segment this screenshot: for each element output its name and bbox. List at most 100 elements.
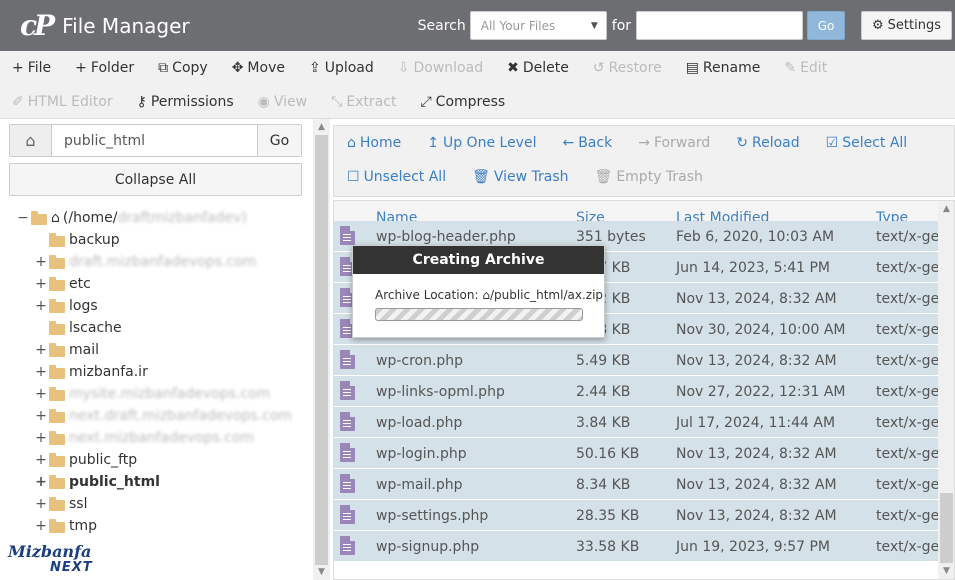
redacted-text: next.mizbanfadevops.com xyxy=(69,430,255,446)
table-row[interactable]: wp-links-opml.php 2.44 KB Nov 27, 2022, 12… xyxy=(334,376,954,407)
expand-icon[interactable]: + xyxy=(35,496,47,512)
expand-icon[interactable]: + xyxy=(35,364,47,380)
nav-home-button[interactable]: ⌂ Home xyxy=(334,126,414,160)
tree-item[interactable]: + ssl xyxy=(17,493,307,515)
cpanel-logo[interactable]: cP File Manager xyxy=(20,9,190,42)
tree-item[interactable]: + next.mizbanfadevops.com xyxy=(17,427,307,449)
expand-icon[interactable]: + xyxy=(35,342,47,358)
file-list-scroll-thumb[interactable] xyxy=(940,493,953,563)
file-name: wp-signup.php xyxy=(376,538,480,555)
view-trash-icon: 🗑 xyxy=(472,169,490,185)
nav-unselect-all-button[interactable]: ☐ Unselect All xyxy=(334,160,459,194)
file-modified: Nov 13, 2024, 8:32 AM xyxy=(676,445,837,462)
table-row[interactable]: wp-signup.php 33.58 KB Jun 19, 2023, 9:57 … xyxy=(334,531,954,562)
toolbar-edit-button[interactable]: ✎ Edit xyxy=(772,51,839,85)
file-name: wp-links-opml.php xyxy=(376,383,505,400)
search-go-button[interactable]: Go xyxy=(807,11,846,40)
settings-label: Settings xyxy=(887,18,941,33)
permissions-icon: ⚷ xyxy=(136,94,147,110)
toolbar-folder-button[interactable]: + Folder xyxy=(63,51,146,85)
tree-item[interactable]: lscache xyxy=(17,317,307,339)
expand-icon[interactable]: + xyxy=(35,298,47,314)
settings-button[interactable]: ⚙ Settings xyxy=(861,11,952,40)
tree-scroll-thumb[interactable] xyxy=(315,135,328,565)
toolbar-copy-button[interactable]: ⧉ Copy xyxy=(146,51,220,85)
tree-item[interactable]: − ⌂ (/home/draftmizbanfadev) xyxy=(17,207,307,229)
path-input[interactable]: public_html xyxy=(52,125,257,156)
collapse-icon[interactable]: − xyxy=(17,210,29,226)
file-icon xyxy=(340,412,355,431)
toolbar-view-button[interactable]: ◉ View xyxy=(246,85,319,119)
tree-item[interactable]: + draft.mizbanfadevops.com xyxy=(17,251,307,273)
scroll-down-icon[interactable]: ▼ xyxy=(938,564,954,578)
tree-item-label: mail xyxy=(69,342,99,358)
nav-up-one-level-button[interactable]: ↥ Up One Level xyxy=(414,126,549,160)
tree-item[interactable]: + tmp xyxy=(17,515,307,537)
expand-icon[interactable]: + xyxy=(35,474,47,490)
collapse-all-button[interactable]: Collapse All xyxy=(9,163,302,196)
tree-item-label: etc xyxy=(69,276,91,292)
toolbar-delete-button[interactable]: ✖ Delete xyxy=(495,51,581,85)
tree-item[interactable]: + etc xyxy=(17,273,307,295)
view-trash-label: View Trash xyxy=(493,169,569,185)
file-modified: Jun 14, 2023, 5:41 PM xyxy=(676,259,830,276)
path-go-button[interactable]: Go xyxy=(257,125,301,156)
tree-item[interactable]: backup xyxy=(17,229,307,251)
toolbar-rename-button[interactable]: ▤ Rename xyxy=(674,51,773,85)
tree-item[interactable]: + mail xyxy=(17,339,307,361)
toolbar-move-button[interactable]: ✥ Move xyxy=(220,51,297,85)
toolbar-upload-button[interactable]: ⇪ Upload xyxy=(297,51,386,85)
toolbar-permissions-button[interactable]: ⚷ Permissions xyxy=(125,85,246,119)
table-row[interactable]: wp-cron.php 5.49 KB Nov 13, 2024, 8:32 AM t… xyxy=(334,345,954,376)
file-icon xyxy=(340,474,355,493)
toolbar-download-button[interactable]: ⇩ Download xyxy=(386,51,495,85)
scroll-up-icon[interactable]: ▲ xyxy=(938,202,954,216)
navigation-bar: ⌂ Home ↥ Up One Level ← Back → Forward ↻ Reload ☑ S… xyxy=(333,125,955,197)
home-icon[interactable]: ⌂ xyxy=(10,125,52,156)
expand-icon[interactable]: + xyxy=(35,386,47,402)
file-name: wp-login.php xyxy=(376,445,467,462)
toolbar-html-editor-button[interactable]: ✐ HTML Editor xyxy=(0,85,125,119)
nav-reload-button[interactable]: ↻ Reload xyxy=(723,126,812,160)
tree-item[interactable]: + logs xyxy=(17,295,307,317)
file-list-scrollbar[interactable]: ▲ ▼ xyxy=(938,201,954,579)
up-one-level-icon: ↥ xyxy=(427,135,439,151)
toolbar-restore-button[interactable]: ↺ Restore xyxy=(581,51,674,85)
expand-icon[interactable]: + xyxy=(35,430,47,446)
scroll-down-icon[interactable]: ▼ xyxy=(313,565,330,579)
expand-icon[interactable]: + xyxy=(35,518,47,534)
tree-item[interactable]: + mysite.mizbanfadevops.com xyxy=(17,383,307,405)
nav-empty-trash-button[interactable]: 🗑 Empty Trash xyxy=(582,160,716,194)
table-row[interactable]: wp-login.php 50.16 KB Nov 13, 2024, 8:32 A… xyxy=(334,438,954,469)
upload-label: Upload xyxy=(324,60,374,76)
back-icon: ← xyxy=(562,135,575,151)
table-row[interactable]: wp-settings.php 28.35 KB Nov 13, 2024, 8:3… xyxy=(334,500,954,531)
nav-view-trash-button[interactable]: 🗑 View Trash xyxy=(459,160,581,194)
toolbar-compress-button[interactable]: ⤢ Compress xyxy=(408,85,517,119)
delete-icon: ✖ xyxy=(507,60,519,76)
tree-scrollbar[interactable]: ▲ ▼ xyxy=(313,119,330,580)
file-size: 28.35 KB xyxy=(576,507,640,524)
expand-icon[interactable]: + xyxy=(35,408,47,424)
tree-item[interactable]: + public_ftp xyxy=(17,449,307,471)
tree-item[interactable]: + mizbanfa.ir xyxy=(17,361,307,383)
toolbar-file-button[interactable]: + File xyxy=(0,51,63,85)
toolbar-extract-button[interactable]: ⤡ Extract xyxy=(319,85,408,119)
search-input[interactable] xyxy=(636,11,804,40)
forward-icon: → xyxy=(638,135,650,151)
tree-item[interactable]: + public_html xyxy=(17,471,307,493)
expand-icon[interactable]: + xyxy=(35,254,47,270)
expand-icon[interactable]: + xyxy=(35,276,47,292)
nav-select-all-button[interactable]: ☑ Select All xyxy=(813,126,921,160)
nav-forward-button[interactable]: → Forward xyxy=(625,126,723,160)
file-size: 50.16 KB xyxy=(576,445,640,462)
table-row[interactable]: wp-mail.php 8.34 KB Nov 13, 2024, 8:32 AM t… xyxy=(334,469,954,500)
search-scope-select[interactable]: All Your Files ▼ xyxy=(469,11,607,40)
scroll-up-icon[interactable]: ▲ xyxy=(313,120,330,134)
expand-icon[interactable]: + xyxy=(35,452,47,468)
nav-back-button[interactable]: ← Back xyxy=(549,126,625,160)
tree-item[interactable]: + next.draft.mizbanfadevops.com xyxy=(17,405,307,427)
table-row[interactable]: wp-load.php 3.84 KB Jul 17, 2024, 11:44 AM… xyxy=(334,407,954,438)
unselect-all-icon: ☐ xyxy=(347,169,360,185)
file-modified: Jul 17, 2024, 11:44 AM xyxy=(676,414,836,431)
